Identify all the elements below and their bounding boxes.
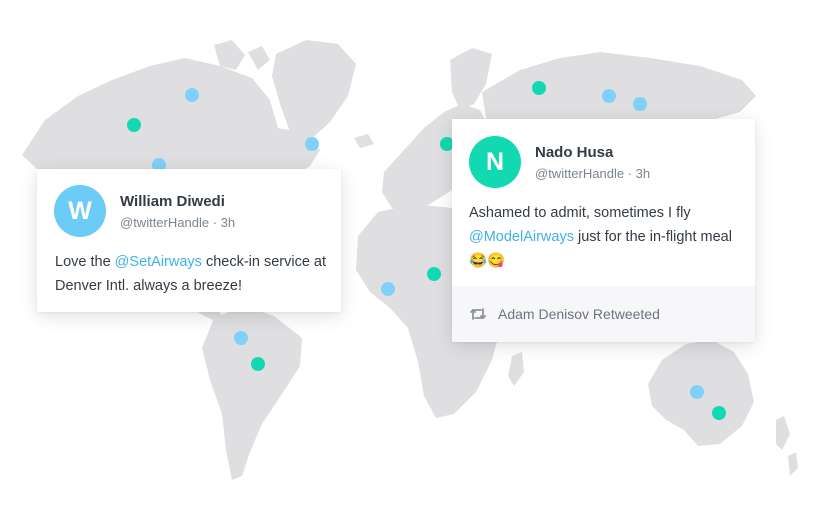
tweet-author-name[interactable]: William Diwedi xyxy=(120,193,235,210)
separator-dot: · xyxy=(627,165,633,181)
tweet-text-before: Ashamed to admit, sometimes I fly xyxy=(469,205,691,221)
handle-text[interactable]: @twitterHandle xyxy=(120,215,209,230)
avatar[interactable]: N xyxy=(469,136,521,188)
tweet-card-william[interactable]: W William Diwedi @twitterHandle · 3h Lov… xyxy=(37,169,341,312)
tweet-handle: @twitterHandle · 3h xyxy=(535,166,650,181)
map-marker[interactable] xyxy=(690,385,704,399)
map-marker[interactable] xyxy=(427,267,441,281)
mention-link[interactable]: @SetAirways xyxy=(115,254,202,270)
map-marker[interactable] xyxy=(185,88,199,102)
separator-dot: · xyxy=(212,214,218,230)
tweet-text-before: Love the xyxy=(55,254,115,270)
avatar[interactable]: W xyxy=(54,185,106,237)
map-marker[interactable] xyxy=(633,97,647,111)
map-marker[interactable] xyxy=(602,89,616,103)
tweet-handle: @twitterHandle · 3h xyxy=(120,215,235,230)
tweet-time: 3h xyxy=(220,214,236,230)
map-marker[interactable] xyxy=(712,406,726,420)
handle-text[interactable]: @twitterHandle xyxy=(535,166,624,181)
map-marker[interactable] xyxy=(381,282,395,296)
mention-link[interactable]: @ModelAirways xyxy=(469,229,574,245)
map-marker[interactable] xyxy=(234,331,248,345)
retweet-footer: Adam Denisov Retweeted xyxy=(452,286,755,342)
tweet-time: 3h xyxy=(635,165,651,181)
map-marker[interactable] xyxy=(251,357,265,371)
tweet-text: Love the @SetAirways check-in service at… xyxy=(55,250,335,298)
map-marker[interactable] xyxy=(127,118,141,132)
tweet-card-nado[interactable]: N Nado Husa @twitterHandle · 3h Ashamed … xyxy=(452,119,755,342)
map-marker[interactable] xyxy=(305,137,319,151)
tweet-author-name[interactable]: Nado Husa xyxy=(535,144,650,161)
tweet-text: Ashamed to admit, sometimes I fly @Model… xyxy=(469,201,739,273)
retweet-label[interactable]: Adam Denisov Retweeted xyxy=(498,306,660,322)
map-marker[interactable] xyxy=(532,81,546,95)
retweet-icon[interactable] xyxy=(470,307,486,321)
